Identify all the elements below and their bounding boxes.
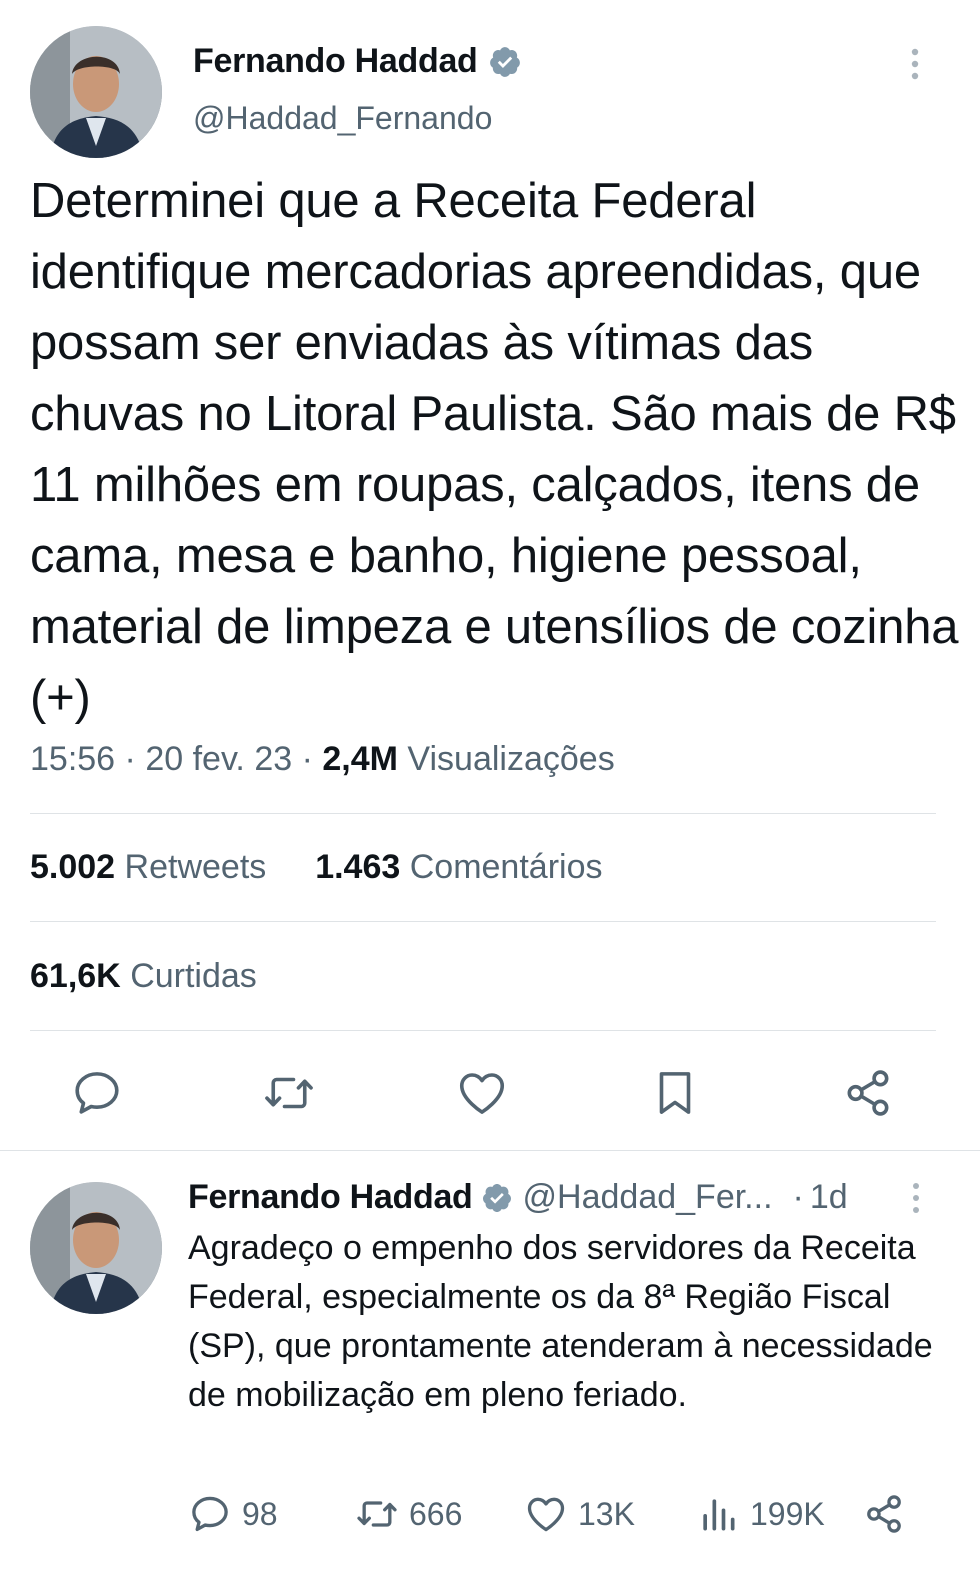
share-icon xyxy=(867,1495,901,1533)
reply-icon xyxy=(75,1072,119,1114)
reply-author-avatar[interactable] xyxy=(30,1182,162,1314)
comments-stat[interactable]: 1.463 Comentários xyxy=(315,848,602,886)
reply-header: Fernando Haddad @Haddad_Fer... · 1d xyxy=(188,1178,848,1217)
like-icon xyxy=(527,1497,565,1532)
retweets-stat[interactable]: 5.002 Retweets xyxy=(30,848,266,886)
verified-badge-icon xyxy=(489,46,520,77)
views-count: 2,4M xyxy=(322,740,398,778)
likes-label: Curtidas xyxy=(130,957,257,995)
reply-separator: · xyxy=(792,1178,804,1216)
reply-reply-button[interactable]: 98 xyxy=(188,1492,278,1536)
reply-views-button[interactable]: 199K xyxy=(696,1492,825,1536)
reply-replies-count: 98 xyxy=(242,1495,278,1532)
reply-time[interactable]: 1d xyxy=(810,1178,848,1217)
like-button[interactable] xyxy=(455,1066,509,1120)
divider xyxy=(30,1030,936,1031)
avatar-photo xyxy=(30,1182,162,1314)
retweet-button[interactable] xyxy=(262,1066,316,1120)
share-icon xyxy=(847,1070,889,1116)
author-name-row: Fernando Haddad xyxy=(193,42,522,81)
reply-author-name[interactable]: Fernando Haddad xyxy=(188,1178,473,1217)
divider xyxy=(30,813,936,814)
reply-more-options-icon[interactable] xyxy=(902,1178,930,1218)
author-name[interactable]: Fernando Haddad xyxy=(193,42,478,81)
reply-likes-count: 13K xyxy=(578,1495,635,1532)
comments-label: Comentários xyxy=(409,848,603,886)
divider xyxy=(30,921,936,922)
views-icon xyxy=(703,1499,735,1531)
tweet-date[interactable]: 20 fev. 23 xyxy=(145,740,292,778)
comments-count: 1.463 xyxy=(315,848,401,886)
tweet-text: Determinei que a Receita Federal identif… xyxy=(30,174,959,725)
bookmark-button[interactable] xyxy=(648,1066,702,1120)
retweet-icon xyxy=(265,1077,313,1109)
more-options-icon[interactable] xyxy=(900,44,930,84)
reply-retweet-button[interactable]: 666 xyxy=(355,1492,462,1536)
retweet-comment-stats: 5.002 Retweets 1.463 Comentários xyxy=(30,848,602,887)
reply-text: Agradeço o empenho dos servidores da Rec… xyxy=(188,1229,933,1414)
reply-icon xyxy=(192,1496,228,1532)
bookmark-icon xyxy=(659,1072,691,1114)
reply-button[interactable] xyxy=(70,1066,124,1120)
avatar-photo xyxy=(30,26,162,158)
tweet-meta: 15:56 · 20 fev. 23 · 2,4M Visualizações xyxy=(30,740,615,778)
reply-share-button[interactable] xyxy=(862,1492,906,1536)
like-icon xyxy=(459,1073,505,1114)
likes-count: 61,6K xyxy=(30,957,121,995)
likes-stat[interactable]: 61,6K Curtidas xyxy=(30,957,257,996)
reply-retweets-count: 666 xyxy=(409,1495,463,1532)
tweet-time[interactable]: 15:56 xyxy=(30,740,115,778)
share-button[interactable] xyxy=(841,1066,895,1120)
retweets-label: Retweets xyxy=(124,848,267,886)
thread-separator xyxy=(0,1150,980,1151)
verified-badge-icon xyxy=(482,1183,511,1212)
reply-like-button[interactable]: 13K xyxy=(524,1492,635,1536)
reply-author-handle[interactable]: @Haddad_Fer... xyxy=(523,1178,773,1217)
author-avatar[interactable] xyxy=(30,26,162,158)
retweets-count: 5.002 xyxy=(30,848,116,886)
author-handle[interactable]: @Haddad_Fernando xyxy=(193,100,492,137)
views-label: Visualizações xyxy=(407,740,615,778)
retweet-icon xyxy=(357,1501,397,1527)
reply-views-count: 199K xyxy=(750,1495,825,1532)
